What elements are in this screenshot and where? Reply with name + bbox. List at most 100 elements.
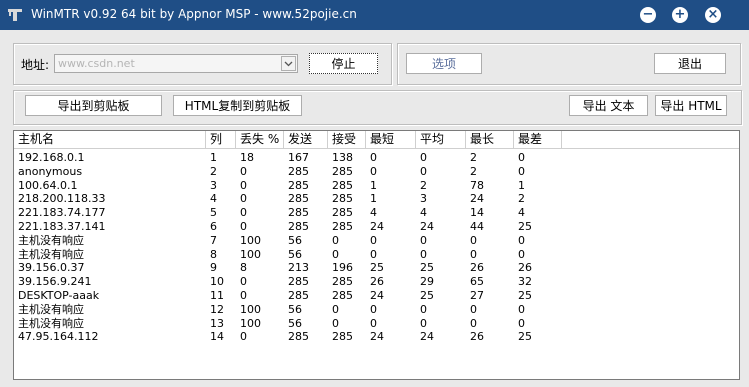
col-avg-header[interactable]: 平均 — [416, 131, 466, 148]
col-hostname-cell: 主机没有响应 — [18, 316, 84, 330]
col-avg-cell: 29 — [420, 275, 434, 289]
col-sent-cell: 285 — [288, 289, 309, 302]
col-recv-cell: 285 — [332, 178, 353, 192]
col-worst-cell: 26 — [470, 330, 484, 344]
col-avg-cell: 0 — [420, 233, 427, 247]
col-sent-cell: 56 — [288, 247, 302, 261]
table-row[interactable]: 39.156.9.241 10 0 285 285 26 29 65 32 — [14, 275, 739, 289]
stop-button[interactable]: 停止 — [309, 53, 378, 74]
col-sent-cell: 285 — [288, 330, 309, 344]
col-last-cell: 0 — [518, 316, 525, 330]
table-row[interactable]: 100.64.0.1 3 0 285 285 1 2 78 1 — [14, 179, 739, 193]
col-worst-cell: 14 — [470, 206, 484, 220]
export-html-button[interactable]: 导出 HTML — [655, 95, 727, 116]
col-hop-header[interactable]: 列 — [206, 131, 236, 148]
col-worst-cell: 27 — [470, 289, 484, 302]
col-recv-cell: 285 — [332, 220, 353, 233]
col-hostname-cell: 39.156.9.241 — [18, 275, 92, 289]
col-worst-cell: 78 — [470, 178, 484, 192]
export-text-button[interactable]: 导出 文本 — [569, 95, 648, 116]
col-hop-cell: 6 — [210, 220, 217, 233]
table-row[interactable]: 主机没有响应 13 100 56 0 0 0 0 0 — [14, 317, 739, 331]
table-row[interactable]: 221.183.37.141 6 0 285 285 24 24 44 25 — [14, 220, 739, 234]
col-hostname-header[interactable]: 主机名 — [14, 131, 206, 148]
col-worst-cell: 0 — [470, 233, 477, 247]
col-hostname-cell: 47.95.164.112 — [18, 330, 99, 344]
col-avg-cell: 24 — [420, 330, 434, 344]
col-best-cell: 0 — [370, 164, 377, 178]
col-hostname-cell: DESKTOP-aaak — [18, 289, 100, 302]
exit-button[interactable]: 退出 — [654, 53, 726, 74]
col-avg-cell: 2 — [420, 178, 427, 192]
col-sent-header[interactable]: 发送 — [284, 131, 328, 148]
options-button[interactable]: 选项 — [406, 53, 482, 74]
col-hop-cell: 10 — [210, 275, 224, 289]
col-avg-cell: 25 — [420, 289, 434, 302]
maximize-icon[interactable]: + — [672, 7, 688, 23]
col-last-cell: 0 — [518, 151, 525, 164]
col-best-cell: 0 — [370, 302, 377, 316]
col-last-cell: 2 — [518, 192, 525, 206]
col-last-cell: 25 — [518, 289, 532, 302]
table-row[interactable]: 主机没有响应 12 100 56 0 0 0 0 0 — [14, 303, 739, 317]
html-clipboard-button[interactable]: HTML复制到剪贴板 — [173, 95, 302, 116]
col-sent-cell: 167 — [288, 151, 309, 164]
col-best-cell: 24 — [370, 330, 384, 344]
col-loss-cell: 0 — [240, 164, 247, 178]
table-row[interactable]: anonymous 2 0 285 285 0 0 2 0 — [14, 165, 739, 179]
col-last-cell: 0 — [518, 164, 525, 178]
address-value: www.csdn.net — [58, 57, 135, 70]
window-title: WinMTR v0.92 64 bit by Appnor MSP - www.… — [31, 7, 357, 21]
col-avg-cell: 4 — [420, 206, 427, 220]
col-best-header[interactable]: 最短 — [366, 131, 416, 148]
col-hostname-cell: 39.156.0.37 — [18, 261, 85, 275]
table-row[interactable]: 主机没有响应 7 100 56 0 0 0 0 0 — [14, 234, 739, 248]
col-loss-cell: 0 — [240, 206, 247, 220]
col-hostname-cell: 主机没有响应 — [18, 247, 84, 261]
address-label: 地址: — [21, 58, 50, 72]
col-recv-cell: 285 — [332, 275, 353, 289]
col-worst-cell: 2 — [470, 164, 477, 178]
col-best-cell: 25 — [370, 261, 384, 275]
col-loss-cell: 8 — [240, 261, 247, 275]
col-recv-cell: 285 — [332, 206, 353, 220]
col-hop-cell: 8 — [210, 247, 217, 261]
col-loss-cell: 100 — [240, 316, 261, 330]
col-loss-cell: 0 — [240, 220, 247, 233]
close-icon[interactable]: × — [705, 7, 721, 23]
table-row[interactable]: DESKTOP-aaak 11 0 285 285 24 25 27 25 — [14, 289, 739, 303]
col-best-cell: 0 — [370, 151, 377, 164]
minimize-icon[interactable]: − — [640, 7, 656, 23]
table-row[interactable]: 192.168.0.1 1 18 167 138 0 0 2 0 — [14, 151, 739, 165]
col-loss-cell: 100 — [240, 302, 261, 316]
col-avg-cell: 25 — [420, 261, 434, 275]
col-recv-header[interactable]: 接受 — [328, 131, 366, 148]
address-combobox[interactable]: www.csdn.net — [54, 54, 298, 73]
table-row[interactable]: 47.95.164.112 14 0 285 285 24 24 26 25 — [14, 330, 739, 344]
title-bar: WinMTR v0.92 64 bit by Appnor MSP - www.… — [0, 0, 749, 30]
col-best-cell: 24 — [370, 289, 384, 302]
results-table[interactable]: 主机名列丢失 % 发送 接受 最短 平均 最长 最差 192.168.0.1 1 18 167 13… — [13, 130, 740, 380]
col-last-cell: 32 — [518, 275, 532, 289]
table-row[interactable]: 主机没有响应 8 100 56 0 0 0 0 0 — [14, 248, 739, 262]
col-hop-cell: 13 — [210, 316, 224, 330]
col-last-header[interactable]: 最差 — [514, 131, 562, 148]
col-last-cell: 25 — [518, 330, 532, 344]
col-loss-cell: 0 — [240, 289, 247, 302]
col-avg-cell: 3 — [420, 192, 427, 206]
col-loss-header[interactable]: 丢失 % — [236, 131, 284, 148]
col-sent-cell: 56 — [288, 233, 302, 247]
table-row[interactable]: 218.200.118.33 4 0 285 285 1 3 24 2 — [14, 192, 739, 206]
col-best-cell: 1 — [370, 192, 377, 206]
table-row[interactable]: 39.156.0.37 9 8 213 196 25 25 26 26 — [14, 261, 739, 275]
col-hostname-cell: 221.183.74.177 — [18, 206, 106, 220]
table-row[interactable]: 221.183.74.177 5 0 285 285 4 4 14 4 — [14, 206, 739, 220]
col-recv-cell: 0 — [332, 302, 339, 316]
col-worst-cell: 0 — [470, 247, 477, 261]
col-sent-cell: 285 — [288, 178, 309, 192]
col-sent-cell: 285 — [288, 275, 309, 289]
dropdown-arrow-icon[interactable] — [281, 56, 296, 71]
col-worst-cell: 2 — [470, 151, 477, 164]
col-worst-header[interactable]: 最长 — [466, 131, 514, 148]
export-clipboard-button[interactable]: 导出到剪贴板 — [25, 95, 162, 116]
